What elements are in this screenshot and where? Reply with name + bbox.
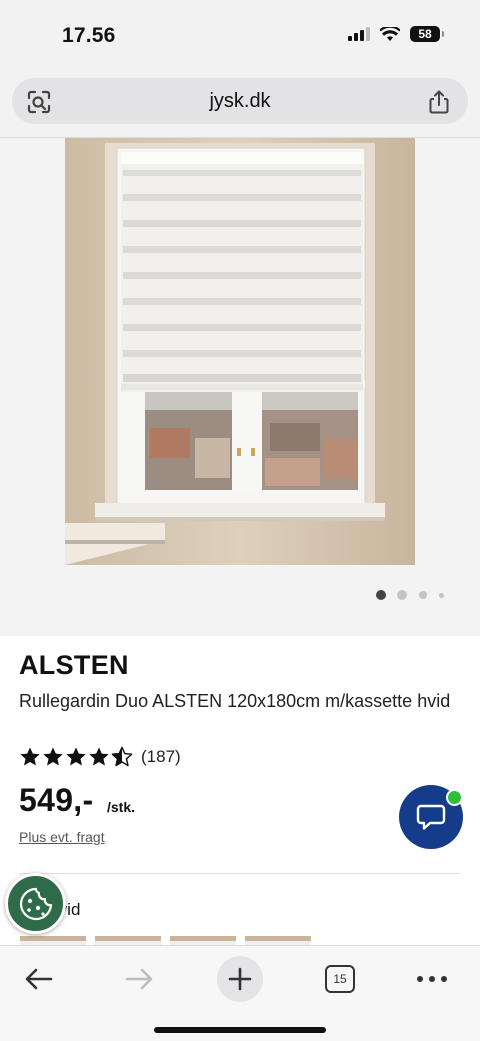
cookie-settings-button[interactable] <box>5 873 66 934</box>
product-brand: ALSTEN <box>19 650 129 680</box>
url-text: jysk.dk <box>209 90 271 112</box>
shipping-note-link[interactable]: Plus evt. fragt <box>19 829 105 845</box>
product-gallery[interactable] <box>0 138 480 636</box>
status-time: 17.56 <box>62 24 116 47</box>
product-description: Rullegardin Duo ALSTEN 120x180cm m/kasse… <box>19 691 451 711</box>
product-rating[interactable]: (187) <box>19 746 181 768</box>
new-tab-button[interactable] <box>217 956 263 1002</box>
more-menu-button[interactable] <box>412 956 452 1002</box>
home-indicator <box>154 1027 326 1033</box>
rating-stars <box>19 746 133 768</box>
address-bar[interactable]: jysk.dk <box>12 78 468 124</box>
plus-icon <box>228 967 252 991</box>
tabs-button[interactable]: 15 <box>323 956 357 1002</box>
star-full-icon <box>89 747 109 766</box>
gallery-dot[interactable] <box>419 591 427 599</box>
arrow-left-icon <box>25 968 53 990</box>
status-bar: 17.56 58 <box>0 0 480 70</box>
chat-online-indicator <box>446 789 463 806</box>
browser-address-area: jysk.dk <box>0 70 480 138</box>
chat-bubble-icon <box>416 804 446 830</box>
arrow-right-icon <box>125 968 153 990</box>
tab-count: 15 <box>325 965 355 993</box>
cookie-icon <box>19 887 52 920</box>
section-divider <box>19 873 461 874</box>
battery-icon: 58 <box>410 26 444 42</box>
gallery-dot[interactable] <box>439 593 444 598</box>
more-dots-icon <box>417 976 447 982</box>
cellular-signal-icon <box>348 27 370 41</box>
rating-count[interactable]: (187) <box>141 747 181 767</box>
share-icon[interactable] <box>426 89 452 115</box>
forward-button[interactable] <box>118 956 160 1002</box>
gallery-dot[interactable] <box>397 590 407 600</box>
star-half-icon <box>111 746 133 767</box>
product-price: 549,- <box>19 782 94 818</box>
wifi-icon <box>380 26 400 41</box>
status-icons: 58 <box>348 26 444 42</box>
browser-toolbar: 15 <box>0 945 480 1041</box>
star-full-icon <box>66 747 86 766</box>
back-button[interactable] <box>18 956 60 1002</box>
star-full-icon <box>20 747 40 766</box>
price-unit: /stk. <box>107 799 136 815</box>
star-full-icon <box>43 747 63 766</box>
product-image[interactable] <box>65 138 415 565</box>
gallery-dot[interactable] <box>376 590 386 600</box>
